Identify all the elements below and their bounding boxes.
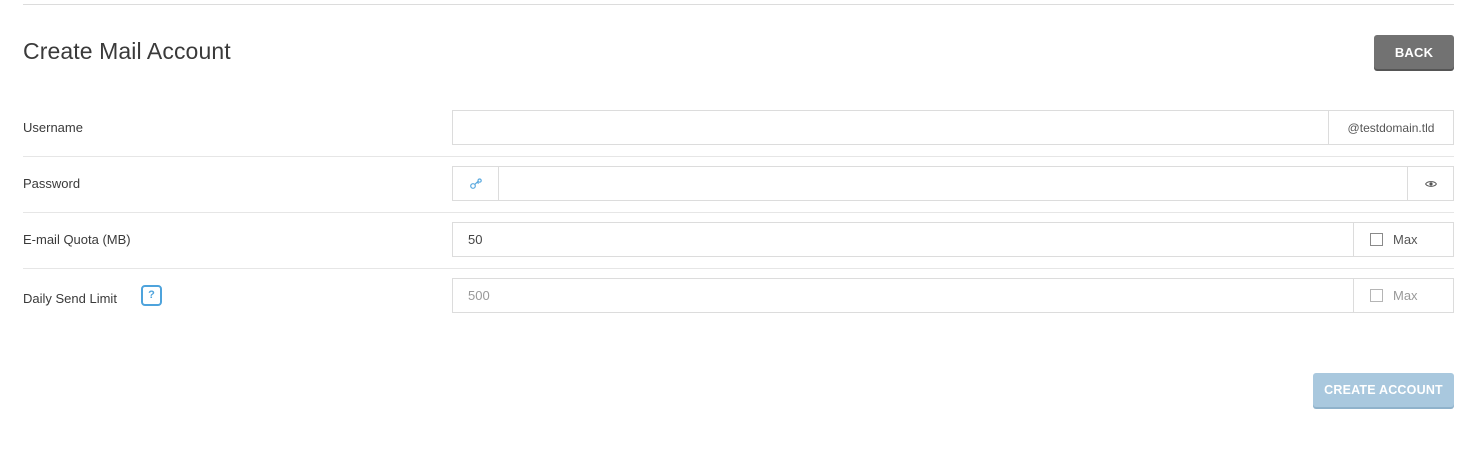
send-limit-max-toggle[interactable]: Max xyxy=(1353,279,1453,312)
quota-label: E-mail Quota (MB) xyxy=(23,232,131,247)
toggle-password-visibility[interactable] xyxy=(1407,167,1453,200)
username-input[interactable] xyxy=(453,111,1328,144)
username-label: Username xyxy=(23,120,83,135)
quota-max-toggle[interactable]: Max xyxy=(1353,223,1453,256)
send-limit-max-checkbox[interactable] xyxy=(1370,289,1383,302)
username-field-group: @testdomain.tld xyxy=(452,110,1454,145)
password-label: Password xyxy=(23,176,81,191)
password-field-group xyxy=(452,166,1454,201)
domain-suffix: @testdomain.tld xyxy=(1328,111,1453,144)
send-limit-row: Daily Send Limit ? Max xyxy=(23,268,1454,324)
help-icon[interactable]: ? xyxy=(141,285,162,306)
password-input[interactable] xyxy=(499,167,1407,200)
send-limit-input[interactable] xyxy=(453,279,1353,312)
back-button[interactable]: BACK xyxy=(1374,35,1454,69)
quota-input[interactable] xyxy=(453,223,1353,256)
generate-password-button[interactable] xyxy=(453,167,499,200)
create-account-button[interactable]: CREATE ACCOUNT xyxy=(1313,373,1454,407)
page-title: Create Mail Account xyxy=(23,38,231,64)
send-limit-field-group: Max xyxy=(452,278,1454,313)
send-limit-label: Daily Send Limit xyxy=(23,291,117,306)
quota-max-checkbox[interactable] xyxy=(1370,233,1383,246)
quota-max-label: Max xyxy=(1393,232,1418,247)
username-row: Username @testdomain.tld xyxy=(23,100,1454,157)
quota-field-group: Max xyxy=(452,222,1454,257)
quota-row: E-mail Quota (MB) Max xyxy=(23,212,1454,269)
eye-icon xyxy=(1424,180,1437,187)
send-limit-max-label: Max xyxy=(1393,288,1418,303)
key-generate-icon xyxy=(469,177,482,189)
password-row: Password xyxy=(23,156,1454,213)
top-divider xyxy=(23,4,1454,5)
